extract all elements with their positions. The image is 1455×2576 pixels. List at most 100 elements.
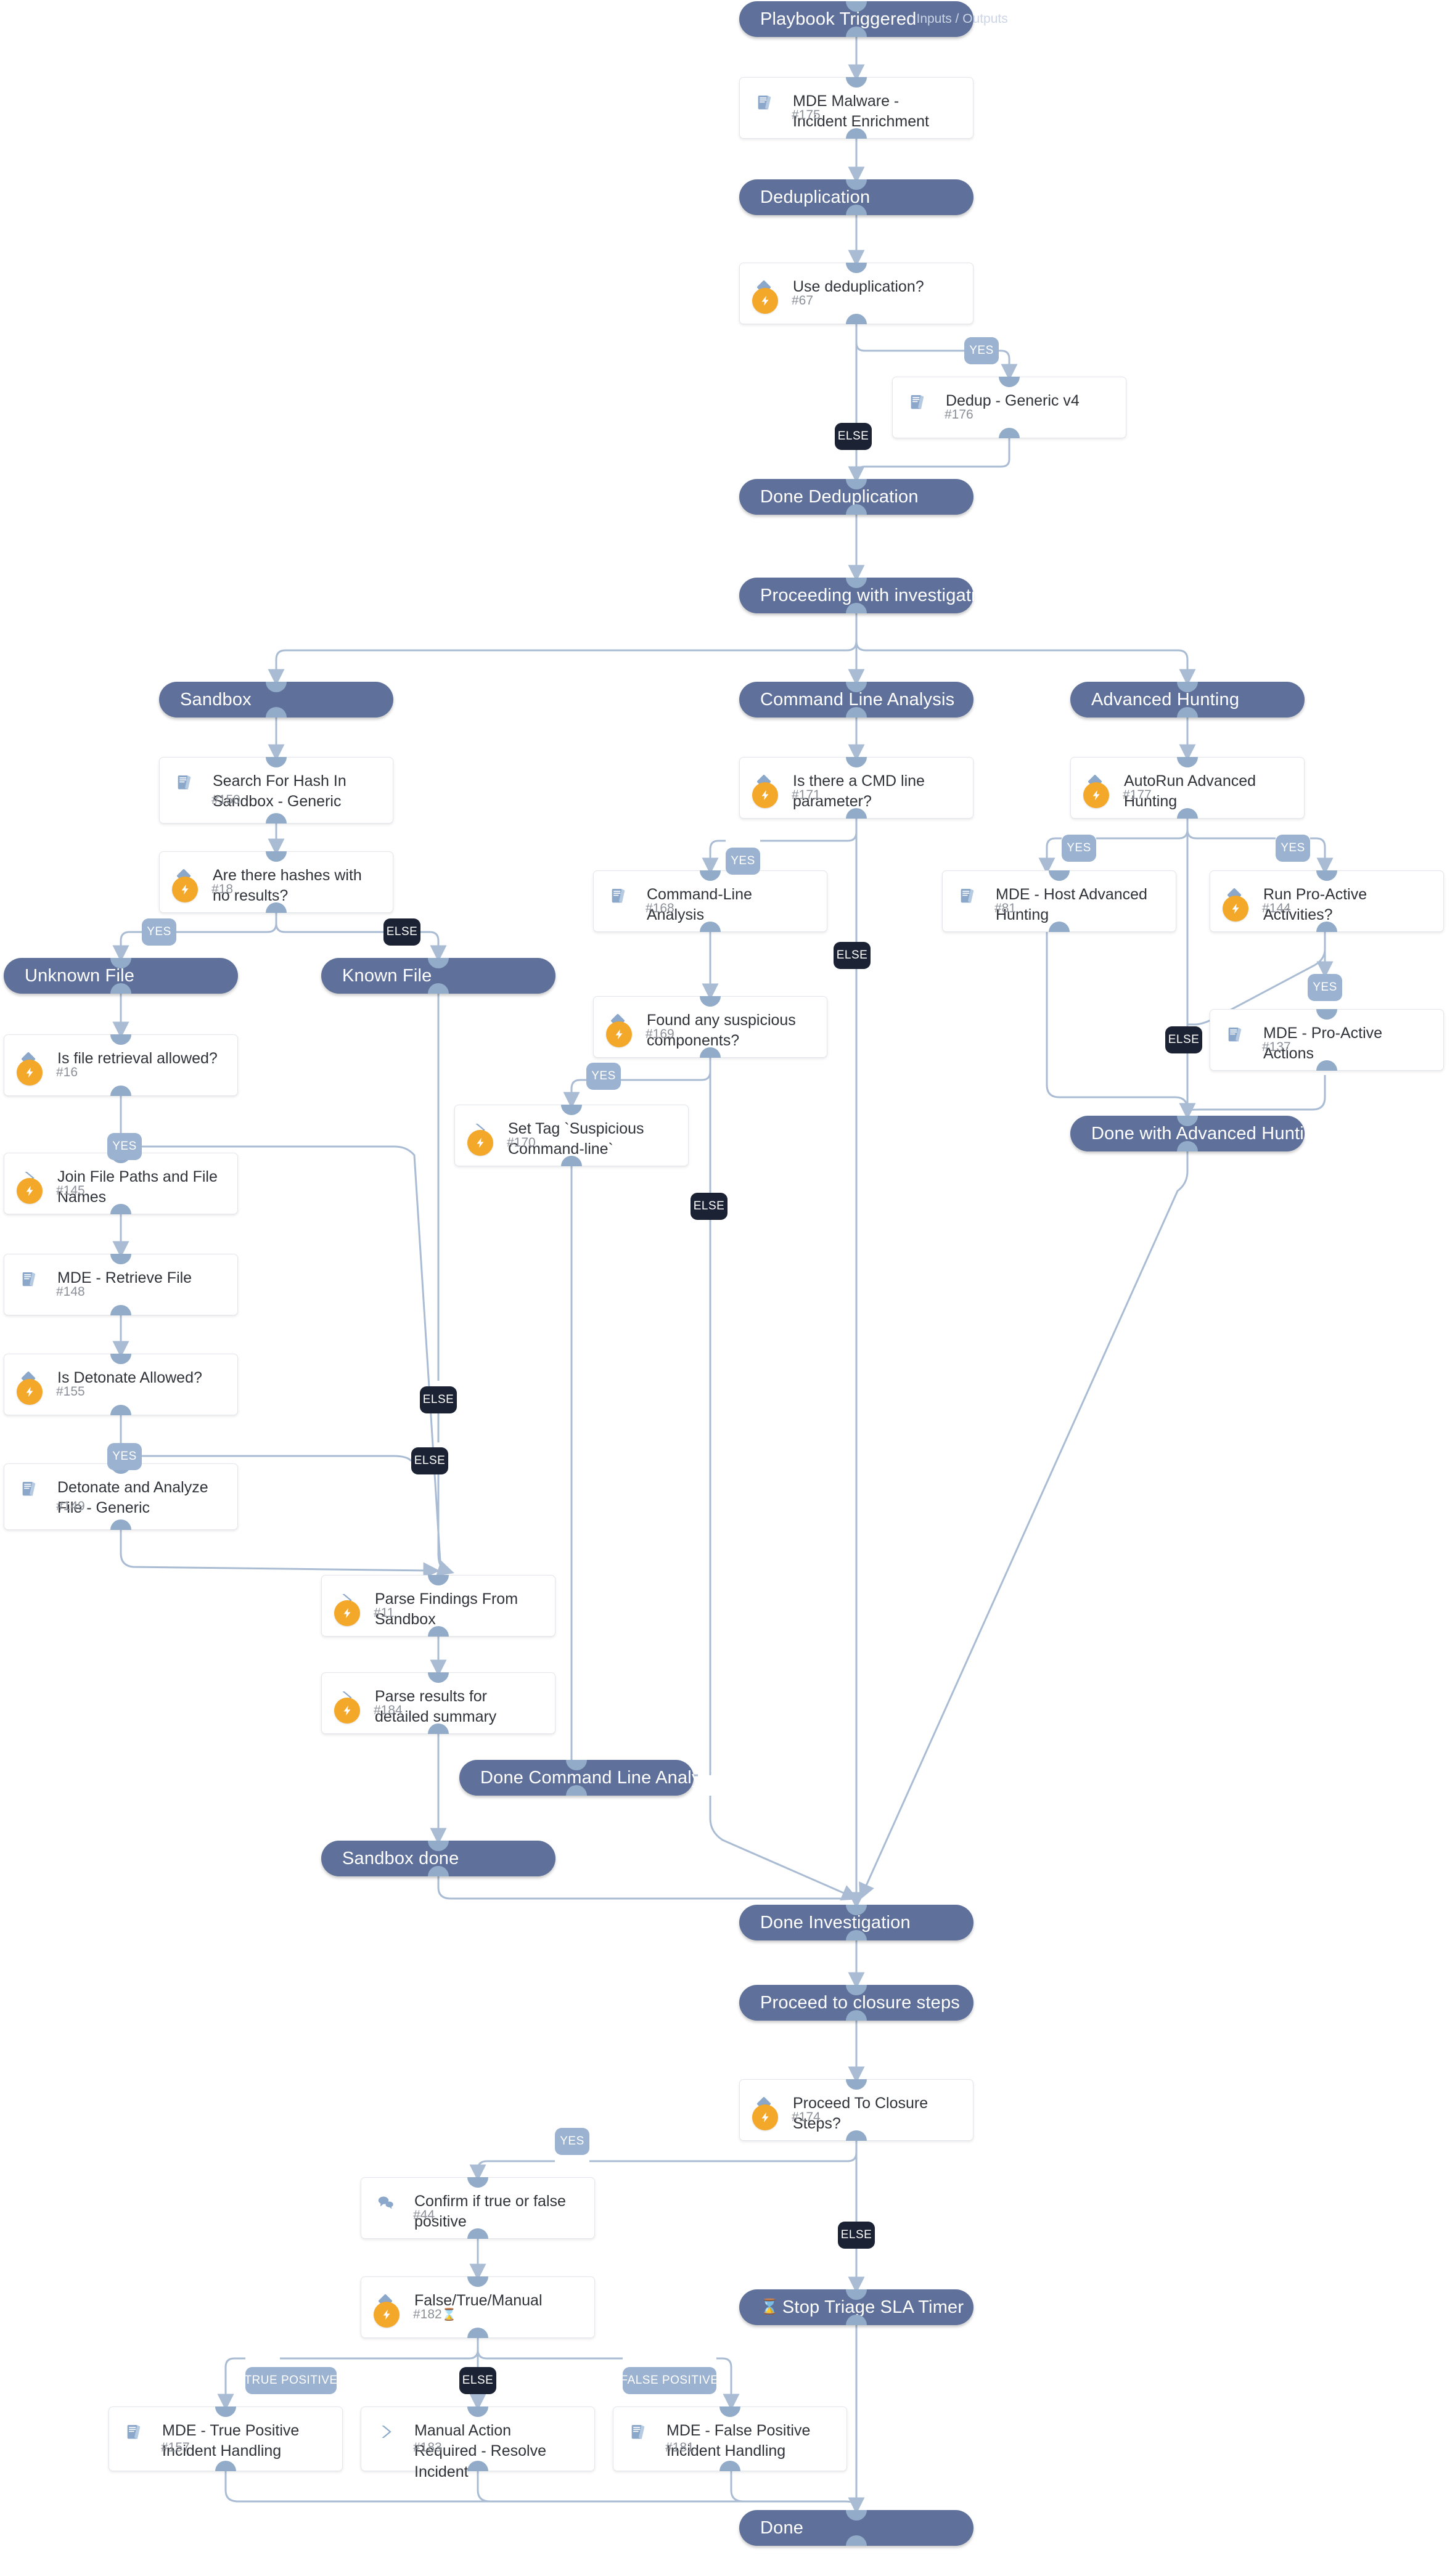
bolt-placeholder [121, 2435, 147, 2461]
task-card-footer: #182 ⌛ [361, 2302, 456, 2337]
bolt-placeholder [905, 402, 931, 428]
branch-label-else[interactable]: ELSE [835, 423, 872, 450]
task-card-footer: #176 [893, 402, 973, 438]
section-node-label: Known File [342, 965, 432, 986]
task-card-id: #137 [1262, 1040, 1291, 1054]
branch-label-else[interactable]: ELSE [383, 918, 420, 946]
task-card-footer: #177 [1071, 782, 1152, 818]
task-card-id: #182 [413, 2307, 442, 2321]
task-card-id: #155 [56, 1384, 85, 1399]
task-card-footer: #183 [361, 2435, 442, 2471]
task-card-footer: #181 [613, 2435, 694, 2471]
task-card-footer: #175 [740, 102, 821, 138]
task-card-id: #145 [56, 1184, 85, 1198]
branch-label-yes[interactable]: YES [1308, 974, 1342, 1001]
branch-label-else[interactable]: ELSE [838, 2222, 875, 2249]
branch-label-yes[interactable]: YES [1276, 835, 1310, 862]
branch-label-yes[interactable]: YES [555, 2128, 589, 2155]
branch-label-yes[interactable]: YES [142, 918, 176, 946]
section-node-label: Proceeding with investigation [760, 585, 996, 605]
section-node-label: Advanced Hunting [1091, 689, 1240, 709]
task-card-footer: #18 [160, 877, 233, 912]
task-card-footer: #148 [4, 1279, 85, 1315]
bolt-icon [17, 1379, 43, 1405]
hourglass-icon: ⌛ [760, 2299, 779, 2315]
task-card-id: #44 [413, 2208, 435, 2222]
section-node-label: Playbook Triggered [760, 9, 917, 29]
task-card-id: #176 [945, 407, 973, 422]
task-card-id: #148 [56, 1285, 85, 1299]
branch-label-true-positive[interactable]: TRUE POSITIVE [244, 2367, 337, 2394]
bolt-placeholder [955, 896, 981, 922]
section-node-label: Done Command Line Analysis [480, 1767, 723, 1788]
task-card-footer: #174 [740, 2104, 821, 2140]
task-card-id: #16 [56, 1065, 78, 1079]
task-card-id: #81 [994, 901, 1017, 915]
branch-label-else[interactable]: ELSE [459, 2367, 496, 2394]
section-node-label: Sandbox done [342, 1848, 459, 1868]
task-card-footer: #171 [740, 782, 821, 818]
branch-label-else[interactable]: ELSE [834, 942, 871, 969]
branch-label-yes[interactable]: YES [726, 848, 760, 875]
task-card-id: #181 [665, 2440, 694, 2455]
bolt-placeholder [1223, 1034, 1248, 1060]
pending-icon: ⌛ [441, 2308, 457, 2321]
branch-label-else[interactable]: ELSE [1165, 1026, 1202, 1053]
bolt-placeholder [606, 896, 632, 922]
task-card-id: #170 [507, 1135, 536, 1150]
section-node-label: Stop Triage SLA Timer [782, 2297, 964, 2317]
task-card-footer: #137 [1210, 1034, 1291, 1070]
bolt-placeholder [374, 2202, 400, 2228]
task-card-id: #18 [211, 882, 234, 896]
task-card-footer: #11 [322, 1600, 394, 1636]
bolt-placeholder [752, 102, 778, 128]
bolt-placeholder [172, 787, 198, 813]
task-card-footer: #16 [4, 1060, 78, 1095]
branch-label-yes[interactable]: YES [107, 1133, 142, 1160]
task-card-footer: #144 [1210, 896, 1291, 931]
branch-label-yes[interactable]: YES [964, 337, 999, 364]
branch-label-else[interactable]: ELSE [411, 1447, 448, 1474]
task-card-id: #149 [56, 1499, 85, 1513]
bolt-placeholder [374, 2435, 400, 2461]
section-node-sub: Inputs / Outputs [916, 12, 1008, 26]
branch-label-else[interactable]: ELSE [420, 1386, 457, 1413]
bolt-placeholder [17, 1279, 43, 1305]
section-node-label: Sandbox [180, 689, 252, 709]
bolt-icon [1223, 896, 1248, 922]
bolt-icon [334, 1600, 360, 1626]
bolt-icon [172, 877, 198, 902]
task-card-id: #157 [161, 2440, 190, 2455]
task-card-footer: #44 [361, 2202, 435, 2238]
task-card-footer: #168 [594, 896, 674, 931]
task-card-id: #175 [792, 108, 821, 122]
branch-label-false-positive[interactable]: FALSE POSITIVE [620, 2367, 718, 2394]
branch-label-yes[interactable]: YES [586, 1063, 621, 1090]
bolt-placeholder [626, 2435, 652, 2461]
bolt-placeholder [17, 1494, 43, 1519]
bolt-icon [374, 2302, 400, 2328]
task-card-id: #183 [413, 2440, 442, 2455]
task-card-id: #150 [211, 793, 240, 807]
task-card-id: #11 [374, 1606, 395, 1620]
task-card-footer: #169 [594, 1021, 674, 1057]
bolt-icon [1083, 782, 1109, 808]
section-node-label: Done with Advanced Hunting [1091, 1123, 1324, 1143]
bolt-icon [334, 1698, 360, 1723]
branch-label-yes[interactable]: YES [1062, 835, 1096, 862]
bolt-icon [752, 782, 778, 808]
task-card-id: #169 [646, 1027, 674, 1041]
section-node-label: Done Deduplication [760, 486, 919, 507]
task-card-footer: #149 [4, 1494, 85, 1529]
task-card-id: #174 [792, 2110, 821, 2124]
section-node-label: Done [760, 2517, 804, 2538]
task-card-id: #67 [792, 293, 814, 308]
task-card-footer: #81 [943, 896, 1016, 931]
task-card-footer: #184 [322, 1698, 403, 1733]
bolt-icon [752, 2104, 778, 2130]
playbook-canvas: Playbook Triggered Inputs / Outputs Dedupl… [0, 0, 1455, 2576]
branch-label-else[interactable]: ELSE [691, 1193, 728, 1220]
branch-label-yes[interactable]: YES [107, 1443, 142, 1470]
bolt-icon [606, 1021, 632, 1047]
bolt-icon [467, 1130, 493, 1156]
